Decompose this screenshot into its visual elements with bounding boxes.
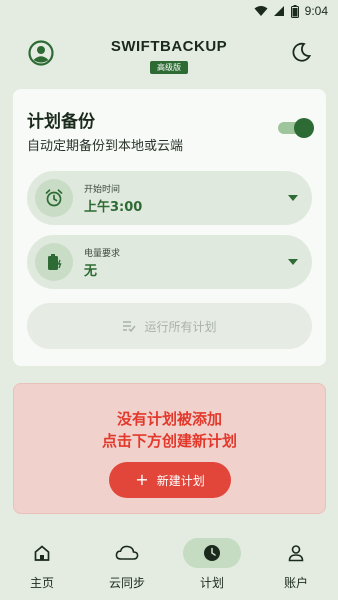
nav-item-home[interactable]: 主页: [0, 538, 84, 596]
start-time-selector[interactable]: 开始时间 上午3:00: [27, 171, 312, 225]
schedule-title: 计划备份: [27, 112, 95, 132]
power-value: 无: [84, 264, 98, 279]
start-time-value: 上午3:00: [84, 200, 143, 215]
home-icon: [34, 545, 50, 561]
toggle-thumb: [294, 118, 314, 138]
chevron-down-icon: [288, 195, 298, 201]
new-schedule-label: 新建计划: [156, 473, 205, 488]
schedule-card: 计划备份 自动定期备份到本地或云端 开始时间 上午3:00 电量要求 无 运行所…: [13, 89, 326, 366]
nav-label-account: 账户: [283, 576, 308, 590]
battery-charging-icon: [48, 254, 62, 270]
alarm-clock-icon: [45, 189, 63, 207]
cloud-icon: [115, 545, 139, 560]
nav-label-schedule: 计划: [199, 576, 224, 590]
battery-icon: [290, 4, 299, 18]
person-icon: [288, 545, 304, 562]
nav-item-account[interactable]: 账户: [254, 538, 338, 596]
nav-label-cloud-sync: 云同步: [108, 576, 145, 590]
run-all-label: 运行所有计划: [144, 319, 217, 334]
power-requirement-selector[interactable]: 电量要求 无: [27, 235, 312, 289]
signal-icon: [273, 6, 284, 16]
app-bar: SWIFTBACKUP 高级版: [0, 34, 338, 74]
wifi-icon: [254, 6, 268, 16]
battery-icon-wrap: [35, 243, 73, 281]
schedule-toggle[interactable]: [278, 118, 314, 138]
schedule-subtitle: 自动定期备份到本地或云端: [27, 139, 184, 154]
nav-item-schedule[interactable]: 计划: [170, 538, 254, 596]
empty-message-line1: 没有计划被添加: [116, 410, 222, 428]
nav-item-cloud-sync[interactable]: 云同步: [85, 538, 169, 596]
bottom-navigation: 主页 云同步 计划 账户: [0, 530, 338, 600]
brand-title: SWIFTBACKUP: [110, 38, 228, 55]
clock-icon: [204, 545, 220, 561]
run-all-button[interactable]: 运行所有计划: [27, 303, 312, 349]
chevron-down-icon: [288, 259, 298, 265]
alarm-icon-wrap: [35, 179, 73, 217]
new-schedule-button[interactable]: + 新建计划: [109, 462, 231, 498]
brand-logo: SWIFTBACKUP 高级版: [0, 38, 338, 74]
dark-mode-icon[interactable]: [290, 41, 312, 63]
playlist-check-icon: [123, 321, 137, 332]
start-time-label: 开始时间: [84, 185, 121, 195]
clock-time: 9:04: [304, 4, 328, 18]
plus-icon: +: [135, 470, 149, 489]
empty-state-card: 没有计划被添加 点击下方创建新计划 + 新建计划: [13, 383, 326, 514]
power-label: 电量要求: [84, 249, 121, 259]
empty-message-line2: 点击下方创建新计划: [101, 432, 237, 450]
premium-badge: 高级版: [150, 61, 188, 74]
nav-label-home: 主页: [29, 576, 54, 590]
status-bar: 9:04: [0, 0, 338, 26]
